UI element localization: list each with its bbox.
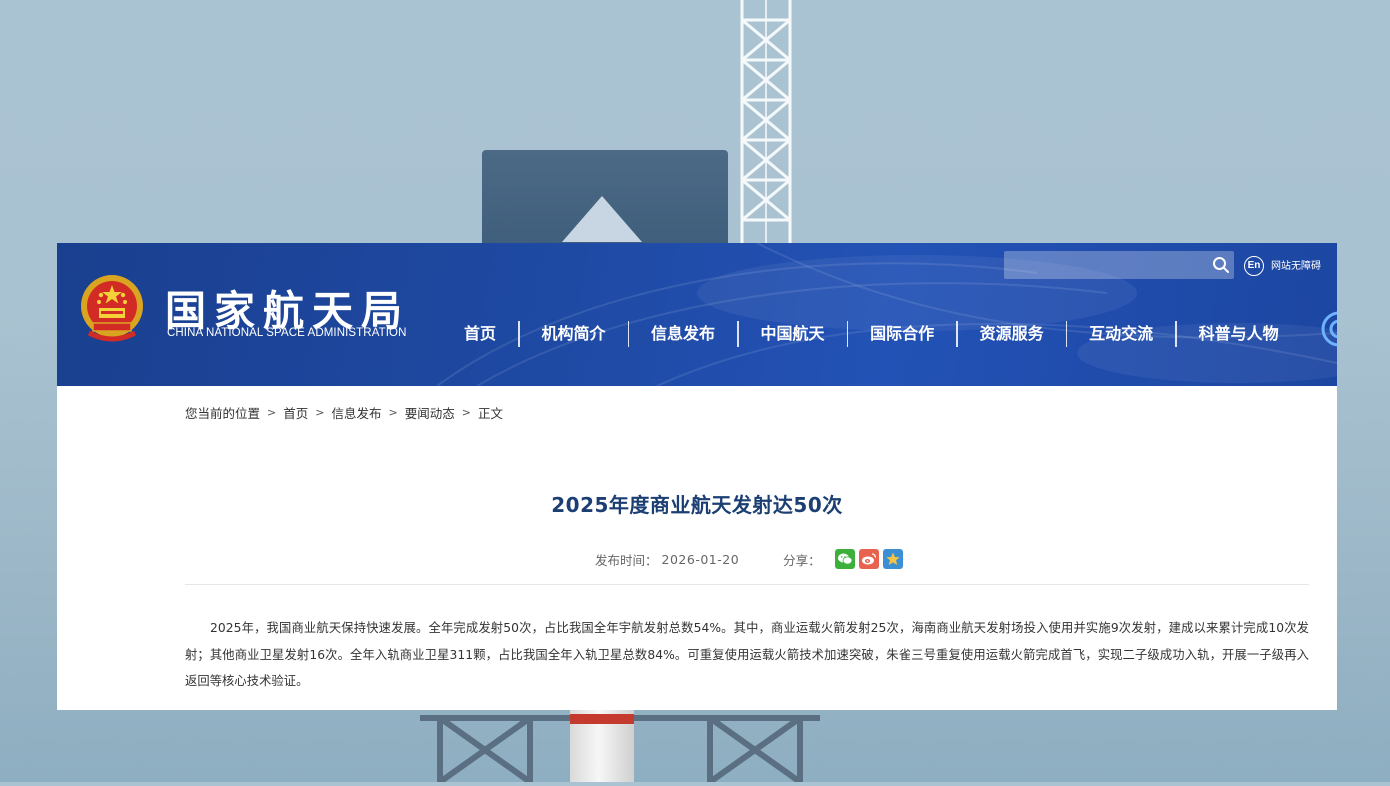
breadcrumb-current: 正文 [477,406,503,421]
nav-item-china-space[interactable]: 中国航天 [749,319,837,349]
nav-item-about[interactable]: 机构简介 [530,319,618,349]
breadcrumb-home[interactable]: 首页 [283,403,308,422]
article-meta: 发布时间： 2026-01-20 分享： [595,548,903,570]
rocket [570,708,634,782]
search-bar [1004,251,1234,279]
publish-date: 2026-01-20 [661,551,740,567]
main-nav: 首页 机构简介 信息发布 中国航天 国际合作 资源服务 互动交流 科普与人物 [452,319,1291,349]
wechat-icon[interactable] [834,549,855,569]
publish-label: 发布时间： [595,552,658,568]
nav-separator [737,321,739,347]
share-label: 分享： [783,552,821,568]
breadcrumb-separator: > [388,406,398,419]
breadcrumb-separator: > [461,406,471,419]
weibo-icon[interactable] [858,549,879,569]
accessibility-link[interactable]: 网站无障碍 [1271,257,1321,272]
site-header: 国家航天局 CHINA NATIONAL SPACE ADMINISTRATIO… [57,243,1337,386]
nav-item-interaction[interactable]: 互动交流 [1077,319,1165,349]
breadcrumb-separator: > [267,406,277,419]
header-edge-decoration [1319,309,1337,349]
launch-tower [736,0,796,250]
article-title: 2025年度商业航天发射达50次 [551,493,843,517]
article-body: 2025年，我国商业航天保持快速发展。全年完成发射50次，占比我国全年宇航发射总… [185,621,1309,688]
search-icon[interactable] [1212,256,1230,274]
rocket-band [570,714,634,724]
nav-separator [627,321,630,347]
favorite-icon[interactable] [882,549,903,569]
nav-item-home[interactable]: 首页 [452,319,508,349]
nav-item-international[interactable]: 国际合作 [858,319,946,349]
breadcrumb-news[interactable]: 信息发布 [331,403,381,422]
nav-item-resources[interactable]: 资源服务 [968,319,1056,349]
nav-item-science[interactable]: 科普与人物 [1187,319,1291,349]
nav-separator [956,321,958,347]
breadcrumb: 您当前的位置 > 首页 > 信息发布 > 要闻动态 > 正文 [185,403,503,422]
logo-title-en[interactable]: CHINA NATIONAL SPACE ADMINISTRATION [167,327,407,339]
national-emblem-icon [79,273,145,343]
title-divider [185,584,1309,585]
nav-separator [846,321,849,347]
background-building-roof [562,196,642,242]
nav-separator [1065,321,1068,347]
breadcrumb-prefix: 您当前的位置 [185,406,261,421]
breadcrumb-separator: > [315,406,325,419]
nav-item-news[interactable]: 信息发布 [639,319,727,349]
nav-separator [518,321,520,347]
search-input[interactable] [1004,251,1204,279]
nav-separator [1175,321,1177,347]
en-icon[interactable]: En [1244,256,1264,276]
website-panel: 国家航天局 CHINA NATIONAL SPACE ADMINISTRATIO… [57,243,1337,710]
breadcrumb-headlines[interactable]: 要闻动态 [405,403,455,422]
